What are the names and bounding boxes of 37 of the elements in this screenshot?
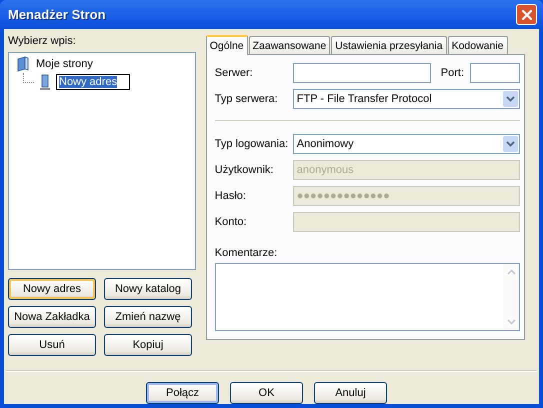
tab[interactable]: Zaawansowane: [248, 36, 330, 54]
scroll-up-icon[interactable]: [506, 269, 516, 275]
field-label: Typ serwera:: [214, 93, 279, 105]
server-icon: [37, 74, 53, 90]
field-label: Serwer:: [214, 67, 254, 79]
action-button[interactable]: Nowa Zakładka: [8, 306, 96, 328]
close-icon: [520, 8, 532, 20]
field-label: Użytkownik:: [214, 164, 274, 176]
action-button[interactable]: Zmień nazwę: [104, 306, 192, 328]
close-button[interactable]: [516, 4, 537, 25]
scroll-down-icon[interactable]: [506, 319, 516, 325]
dialog-button[interactable]: Anuluj: [314, 382, 387, 404]
field-label: Hasło:: [214, 190, 247, 202]
action-button[interactable]: Nowy adres: [8, 278, 96, 300]
tab[interactable]: Ustawienia przesyłania: [331, 36, 447, 54]
port-field[interactable]: [470, 63, 520, 83]
field-label: Typ logowania:: [214, 138, 290, 150]
action-button[interactable]: Usuń: [8, 334, 96, 356]
dialog-button[interactable]: OK: [230, 382, 303, 404]
tree-item[interactable]: Moje strony: [34, 58, 95, 70]
tree-item[interactable]: Nowy adres: [56, 74, 130, 90]
field-label: Konto:: [214, 216, 248, 228]
tab[interactable]: Kodowanie: [448, 36, 508, 54]
dropdown[interactable]: Anonimowy: [292, 134, 520, 154]
action-button[interactable]: Kopiuj: [104, 334, 192, 356]
field-label: Port:: [440, 67, 464, 79]
dropdown[interactable]: FTP - File Transfer Protocol: [292, 89, 520, 109]
field-label: Komentarze:: [214, 247, 278, 261]
server-field[interactable]: [292, 63, 431, 83]
folder-icon: [15, 56, 31, 72]
comments-field[interactable]: [214, 263, 520, 331]
dialog-button[interactable]: Połącz: [146, 382, 219, 404]
window-title: Menadżer Stron: [8, 7, 106, 22]
action-button[interactable]: Nowy katalog: [104, 278, 192, 300]
tab[interactable]: Ogólne: [206, 35, 248, 55]
tree-label: Wybierz wpis:: [8, 35, 77, 49]
scrollbar[interactable]: [503, 264, 519, 330]
